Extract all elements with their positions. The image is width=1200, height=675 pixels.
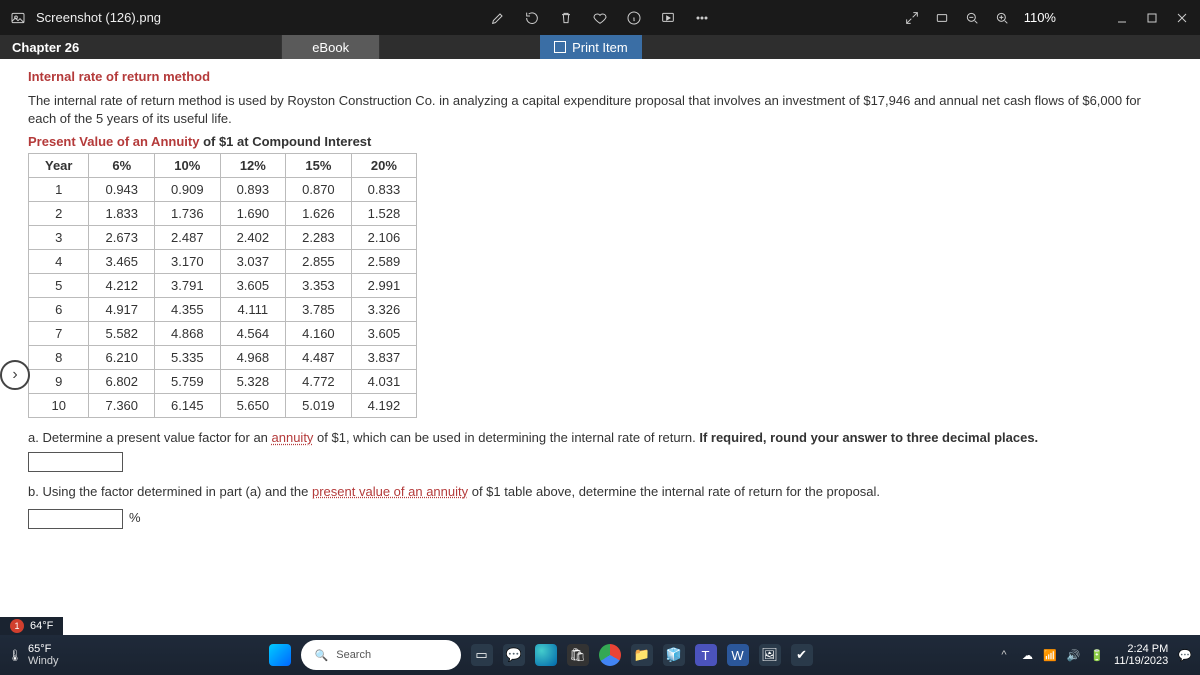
temp-icon: 🌡 bbox=[8, 649, 22, 662]
gallery-icon[interactable] bbox=[10, 10, 26, 26]
col-header: 12% bbox=[220, 154, 286, 178]
content-area: Chapter 26 eBook Print Item Internal rat… bbox=[0, 35, 1200, 635]
battery-icon[interactable]: 🔋 bbox=[1090, 649, 1104, 662]
page-body: Internal rate of return method The inter… bbox=[0, 59, 1200, 539]
zoom-in-icon[interactable] bbox=[994, 10, 1010, 26]
table-row: 75.5824.8684.5644.1603.605 bbox=[29, 322, 417, 346]
zoom-out-icon[interactable] bbox=[964, 10, 980, 26]
teams-icon[interactable]: T bbox=[695, 644, 717, 666]
print-item-label: Print Item bbox=[572, 40, 628, 55]
annuity-link[interactable]: annuity bbox=[272, 430, 314, 445]
weather-temp: 65°F bbox=[28, 643, 59, 655]
print-item-tab[interactable]: Print Item bbox=[540, 35, 642, 59]
col-header: 20% bbox=[351, 154, 417, 178]
chat-icon[interactable]: 💬 bbox=[503, 644, 525, 666]
weather-strip[interactable]: 1 64°F bbox=[0, 617, 63, 635]
fit-icon[interactable] bbox=[934, 10, 950, 26]
word-icon[interactable]: W bbox=[727, 644, 749, 666]
info-icon[interactable] bbox=[626, 10, 642, 26]
answer-b-input[interactable] bbox=[28, 509, 123, 529]
taskbar: 🌡 65°F Windy 🔍 Search ▭ 💬 🛍 📁 🧊 T W 🖼 ✔ … bbox=[0, 635, 1200, 675]
store-icon[interactable]: 🛍 bbox=[567, 644, 589, 666]
answer-a-input[interactable] bbox=[28, 452, 123, 472]
table-row: 21.8331.7361.6901.6261.528 bbox=[29, 202, 417, 226]
edit-icon[interactable] bbox=[490, 10, 506, 26]
ebook-tab[interactable]: eBook bbox=[281, 35, 380, 59]
prev-page-button[interactable]: › bbox=[0, 360, 30, 390]
table-row: 107.3606.1455.6505.0194.192 bbox=[29, 394, 417, 418]
search-icon: 🔍 bbox=[315, 649, 329, 662]
task-view-icon[interactable]: ▭ bbox=[471, 644, 493, 666]
heart-icon[interactable] bbox=[592, 10, 608, 26]
annuity-table: Year6%10%12%15%20% 10.9430.9090.8930.870… bbox=[28, 153, 417, 418]
trash-icon[interactable] bbox=[558, 10, 574, 26]
table-row: 96.8025.7595.3284.7724.031 bbox=[29, 370, 417, 394]
wifi-icon[interactable]: 📶 bbox=[1043, 649, 1057, 662]
clock[interactable]: 2:24 PM 11/19/2023 bbox=[1114, 643, 1168, 667]
print-icon bbox=[554, 41, 566, 53]
search-placeholder: Search bbox=[336, 649, 371, 661]
notifications-icon[interactable]: 💬 bbox=[1178, 649, 1192, 662]
table-row: 43.4653.1703.0372.8552.589 bbox=[29, 250, 417, 274]
viewer-toolbar: Screenshot (126).png 110% bbox=[0, 0, 1200, 35]
question-a: a. Determine a present value factor for … bbox=[28, 428, 1172, 448]
taskbar-search[interactable]: 🔍 Search bbox=[301, 640, 461, 670]
percent-unit: % bbox=[129, 510, 141, 525]
rotate-icon[interactable] bbox=[524, 10, 540, 26]
table-row: 10.9430.9090.8930.8700.833 bbox=[29, 178, 417, 202]
volume-icon[interactable]: 🔊 bbox=[1067, 649, 1081, 662]
question-b: b. Using the factor determined in part (… bbox=[28, 482, 1172, 502]
col-header: Year bbox=[29, 154, 89, 178]
pv-annuity-link[interactable]: present value of an annuity bbox=[312, 484, 468, 499]
section-title: Internal rate of return method bbox=[28, 69, 1172, 84]
maximize-icon[interactable] bbox=[1144, 10, 1160, 26]
chapter-tab[interactable]: Chapter 26 bbox=[0, 35, 91, 59]
table-row: 64.9174.3554.1113.7853.326 bbox=[29, 298, 417, 322]
col-header: 10% bbox=[155, 154, 221, 178]
app-icon-2[interactable]: ✔ bbox=[791, 644, 813, 666]
system-tray: ^ ☁ 📶 🔊 🔋 2:24 PM 11/19/2023 💬 bbox=[996, 643, 1192, 667]
chrome-icon[interactable] bbox=[599, 644, 621, 666]
app-icon-1[interactable]: 🧊 bbox=[663, 644, 685, 666]
col-header: 15% bbox=[286, 154, 352, 178]
minimize-icon[interactable] bbox=[1114, 10, 1130, 26]
more-icon[interactable] bbox=[694, 10, 710, 26]
table-row: 86.2105.3354.9684.4873.837 bbox=[29, 346, 417, 370]
alert-badge: 1 bbox=[10, 619, 24, 633]
table-title: Present Value of an Annuity of $1 at Com… bbox=[28, 134, 1172, 149]
table-row: 54.2123.7913.6053.3532.991 bbox=[29, 274, 417, 298]
close-icon[interactable] bbox=[1174, 10, 1190, 26]
table-row: 32.6732.4872.4022.2832.106 bbox=[29, 226, 417, 250]
explorer-icon[interactable]: 📁 bbox=[631, 644, 653, 666]
weather-temp-top: 64°F bbox=[30, 620, 53, 632]
intro-text: The internal rate of return method is us… bbox=[28, 92, 1172, 128]
file-name: Screenshot (126).png bbox=[36, 10, 161, 25]
zoom-level: 110% bbox=[1024, 10, 1056, 25]
lesson-tab-bar: Chapter 26 eBook Print Item bbox=[0, 35, 1200, 59]
slideshow-icon[interactable] bbox=[660, 10, 676, 26]
edge-icon[interactable] bbox=[535, 644, 557, 666]
chevron-up-icon[interactable]: ^ bbox=[996, 647, 1012, 663]
col-header: 6% bbox=[89, 154, 155, 178]
cloud-icon[interactable]: ☁ bbox=[1022, 649, 1033, 662]
weather-cond: Windy bbox=[28, 655, 59, 667]
start-button[interactable] bbox=[269, 644, 291, 666]
photos-icon[interactable]: 🖼 bbox=[759, 644, 781, 666]
weather-widget[interactable]: 🌡 65°F Windy bbox=[8, 643, 59, 667]
expand-icon[interactable] bbox=[904, 10, 920, 26]
